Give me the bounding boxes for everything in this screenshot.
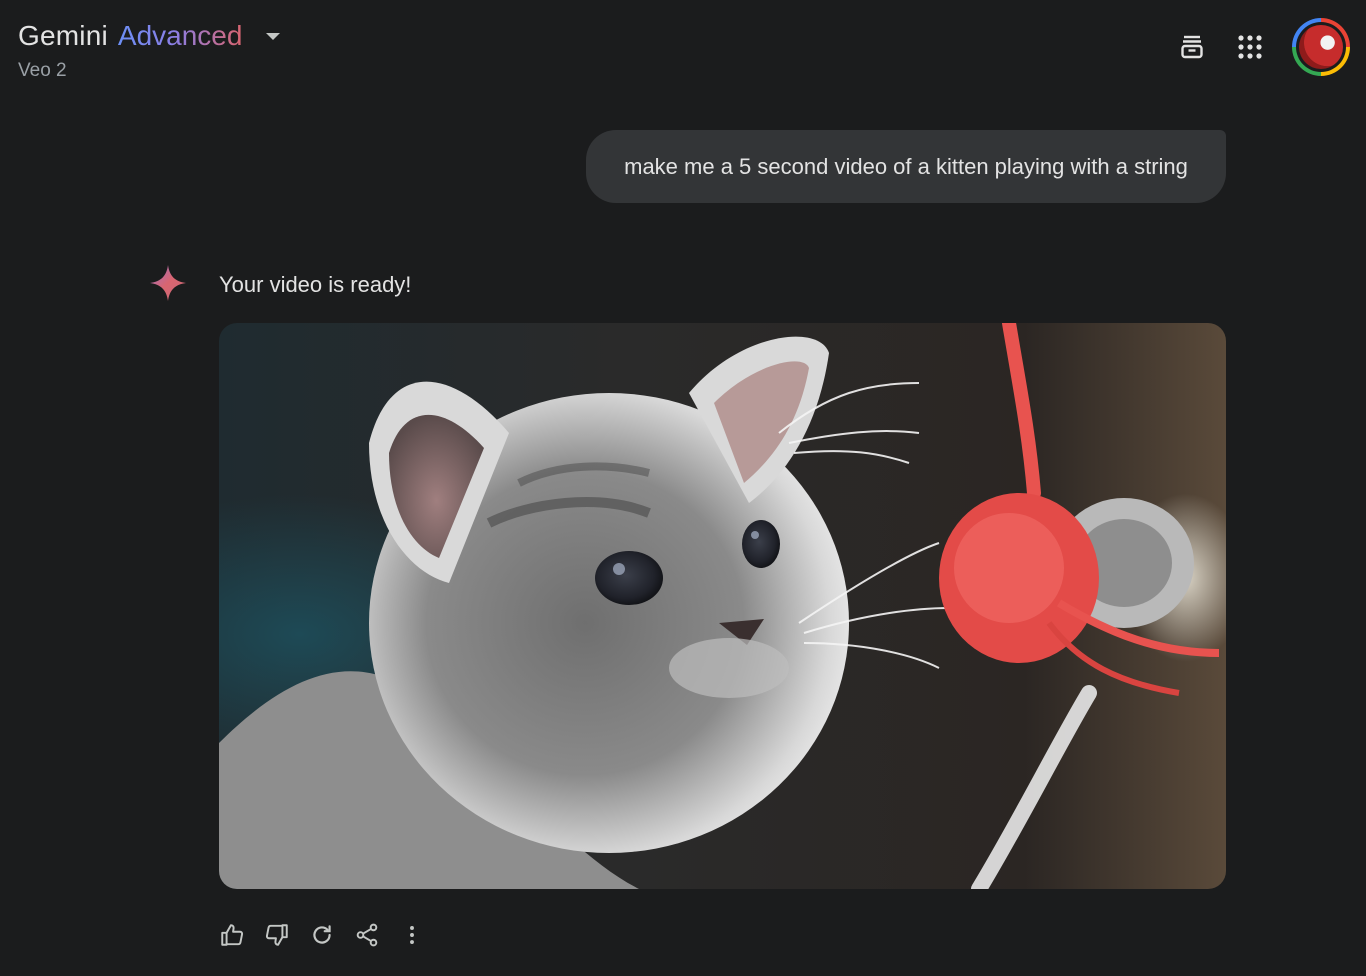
regenerate-icon[interactable] xyxy=(309,922,335,948)
app-title-accent: Advanced xyxy=(117,20,243,51)
apps-grid-icon[interactable] xyxy=(1234,31,1266,63)
generated-video[interactable] xyxy=(219,323,1226,889)
avatar-ring xyxy=(1296,22,1346,72)
account-avatar[interactable] xyxy=(1292,18,1350,76)
response-text: Your video is ready! xyxy=(219,272,412,297)
thumbs-up-icon[interactable] xyxy=(219,922,245,948)
archive-icon[interactable] xyxy=(1176,31,1208,63)
gemini-spark-icon xyxy=(150,265,186,301)
more-vert-icon[interactable] xyxy=(399,922,425,948)
response-actions xyxy=(219,922,425,948)
share-icon[interactable] xyxy=(354,922,380,948)
user-prompt-bubble: make me a 5 second video of a kitten pla… xyxy=(586,130,1226,203)
top-actions xyxy=(1176,18,1350,76)
video-frame-kitten xyxy=(219,323,1220,889)
model-subtitle: Veo 2 xyxy=(18,60,67,81)
thumbs-down-icon[interactable] xyxy=(264,922,290,948)
app-title: Gemini xyxy=(18,20,108,51)
chevron-down-icon[interactable] xyxy=(266,32,281,40)
avatar-image xyxy=(1299,25,1343,69)
model-selector[interactable]: Gemini Advanced Veo 2 xyxy=(18,20,281,82)
gemini-page: Gemini Advanced Veo 2 make me a 5 second… xyxy=(0,0,1366,976)
model-selector-row[interactable]: Gemini Advanced xyxy=(18,20,281,52)
